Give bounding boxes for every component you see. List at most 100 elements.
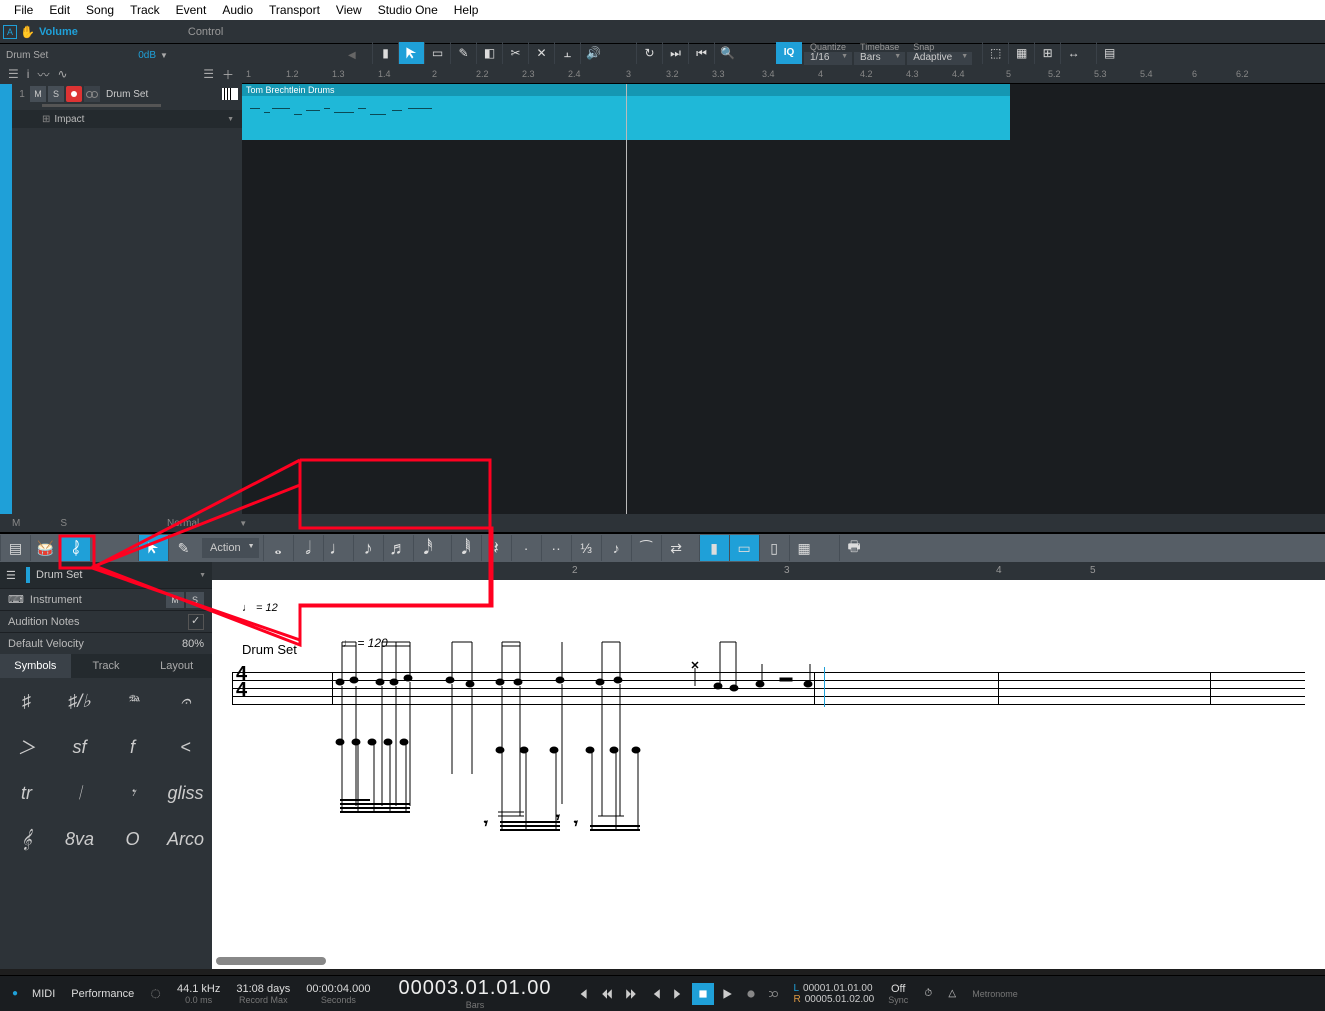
timebase-select[interactable]: TimebaseBars <box>854 41 905 65</box>
arrange-canvas[interactable]: Tom Brechtlein Drums <box>242 84 1325 514</box>
symbol-button[interactable]: tr <box>0 770 53 816</box>
rtz-button[interactable] <box>572 983 594 1005</box>
automation-target[interactable]: Drum Set <box>6 50 48 61</box>
symbol-button[interactable]: 𝄀 <box>53 770 106 816</box>
symbol-button[interactable]: ♯/♭ <box>53 678 106 724</box>
playhead[interactable] <box>626 84 627 514</box>
track-name[interactable]: Drum Set <box>106 89 148 100</box>
grid-icon[interactable]: ▦ <box>1008 42 1034 64</box>
dot-icon[interactable]: · <box>511 535 541 561</box>
track-header[interactable]: 1 M S Drum Set <box>12 84 242 104</box>
menu-song[interactable]: Song <box>78 3 122 17</box>
action-dropdown[interactable]: Action <box>202 538 259 558</box>
note-eighth-icon[interactable]: ♪ <box>353 535 383 561</box>
metronome-label[interactable]: Metronome <box>972 989 1018 999</box>
erase-tool[interactable]: ◧ <box>476 42 502 64</box>
menu-view[interactable]: View <box>328 3 370 17</box>
menu-track[interactable]: Track <box>122 3 168 17</box>
marker-icon[interactable]: ▮ <box>372 42 398 64</box>
menu-file[interactable]: File <box>6 3 41 17</box>
hand-icon[interactable]: ✋ <box>20 25 35 39</box>
score-canvas[interactable]: 2345 ♩ = 12 Drum Set ♩ = 120 44 <box>212 562 1325 969</box>
symbol-button[interactable]: O <box>106 816 159 862</box>
menu-edit[interactable]: Edit <box>41 3 78 17</box>
drum-view-button[interactable]: 🥁 <box>30 535 60 561</box>
instrument-row[interactable]: ⌨ Instrument M S <box>0 588 212 610</box>
zoom-icon[interactable]: 🔍 <box>714 42 740 64</box>
symbol-button[interactable]: 8va <box>53 816 106 862</box>
main-time-display[interactable]: 00003.01.01.00 <box>398 977 551 1000</box>
inspector-mute[interactable]: M <box>166 592 184 608</box>
score-track-select[interactable]: ☰ Drum Set <box>0 562 212 588</box>
add-track-icon[interactable]: ＋ <box>222 66 234 83</box>
forward-button[interactable] <box>620 983 642 1005</box>
menu-event[interactable]: Event <box>168 3 215 17</box>
note-16th-icon[interactable]: ♬ <box>383 535 413 561</box>
menu-studioone[interactable]: Studio One <box>370 3 446 17</box>
skip-next-icon[interactable]: ⏭ <box>662 42 688 64</box>
next-marker-button[interactable] <box>668 983 690 1005</box>
perf-meter[interactable]: Performance <box>71 988 134 1000</box>
audition-checkbox[interactable] <box>188 614 204 630</box>
automation-icon[interactable]: 〰 <box>37 66 49 83</box>
note-whole-icon[interactable]: 𝅝 <box>263 535 293 561</box>
record-arm-button[interactable] <box>66 86 82 102</box>
vgrid-icon[interactable]: ⊞ <box>1034 42 1060 64</box>
page-view-button[interactable]: ▭ <box>729 535 759 561</box>
grace-icon[interactable]: ♪ <box>601 535 631 561</box>
default-velocity-row[interactable]: Default Velocity80% <box>0 632 212 654</box>
automation-value[interactable]: 0dB <box>138 50 156 61</box>
menu-transport[interactable]: Transport <box>261 3 328 17</box>
score-scroll-thumb[interactable] <box>216 957 326 965</box>
timeline-ruler[interactable]: 11.21.31.422.22.32.433.23.33.444.24.34.4… <box>242 66 1325 84</box>
loop-button[interactable] <box>764 983 786 1005</box>
symbol-button[interactable]: 𝄾 <box>106 770 159 816</box>
autoscroll-icon[interactable]: ↻ <box>636 42 662 64</box>
panels-icon[interactable]: ▤ <box>1096 42 1122 64</box>
symbol-button[interactable]: ＞ <box>0 724 53 770</box>
print-icon[interactable]: 🖶 <box>839 535 869 561</box>
score-draw-tool[interactable]: ✎ <box>168 535 198 561</box>
global-solo[interactable]: S <box>60 518 67 529</box>
automation-mode-icon[interactable]: A <box>3 25 17 39</box>
menu-help[interactable]: Help <box>446 3 487 17</box>
automation-param[interactable]: Volume <box>39 26 78 38</box>
snap-select[interactable]: SnapAdaptive <box>907 41 972 65</box>
play-button[interactable] <box>716 983 738 1005</box>
arrow-tool[interactable] <box>398 42 424 64</box>
voice1-button[interactable]: ▮ <box>699 535 729 561</box>
tuplet-icon[interactable]: ⅓ <box>571 535 601 561</box>
prev-marker-button[interactable] <box>644 983 666 1005</box>
rest-quarter-icon[interactable]: 𝄽 <box>481 535 511 561</box>
inspector-icon[interactable]: i <box>27 67 30 81</box>
global-mute[interactable]: M <box>12 518 20 529</box>
menu-audio[interactable]: Audio <box>214 3 261 17</box>
symbol-button[interactable]: < <box>159 724 212 770</box>
note-half-icon[interactable]: 𝅗𝅥 <box>293 535 323 561</box>
velocity-mode[interactable]: Normal <box>167 518 199 529</box>
click-icon[interactable]: △ <box>941 983 963 1005</box>
tab-layout[interactable]: Layout <box>141 654 212 678</box>
symbol-button[interactable]: Arco <box>159 816 212 862</box>
symbol-button[interactable]: gliss <box>159 770 212 816</box>
ripple-icon[interactable]: ↔ <box>1060 42 1086 64</box>
enharmonic-icon[interactable]: ⇄ <box>661 535 691 561</box>
piano-view-button[interactable]: ▤ <box>0 535 30 561</box>
split-tool[interactable]: ✂ <box>502 42 528 64</box>
score-ruler[interactable]: 2345 <box>212 562 1325 580</box>
keyboard-icon[interactable] <box>222 88 238 100</box>
note-32nd-icon[interactable]: 𝅘𝅥𝅰 <box>413 535 443 561</box>
stop-button[interactable] <box>692 983 714 1005</box>
audition-row[interactable]: Audition Notes <box>0 610 212 632</box>
multi-view-button[interactable]: ▦ <box>789 535 819 561</box>
bend-tool[interactable]: ⫠ <box>554 42 580 64</box>
record-button[interactable] <box>740 983 762 1005</box>
symbol-button[interactable]: 𝆮 <box>106 678 159 724</box>
snap-toggle-icon[interactable]: ⬚ <box>982 42 1008 64</box>
quantize-select[interactable]: Quantize1/16 <box>804 41 852 65</box>
note-64th-icon[interactable]: 𝅘𝅥𝅱 <box>451 535 481 561</box>
mute-button[interactable]: M <box>30 86 46 102</box>
double-dot-icon[interactable]: ·· <box>541 535 571 561</box>
symbol-button[interactable]: sf <box>53 724 106 770</box>
score-view-button[interactable] <box>60 535 90 561</box>
